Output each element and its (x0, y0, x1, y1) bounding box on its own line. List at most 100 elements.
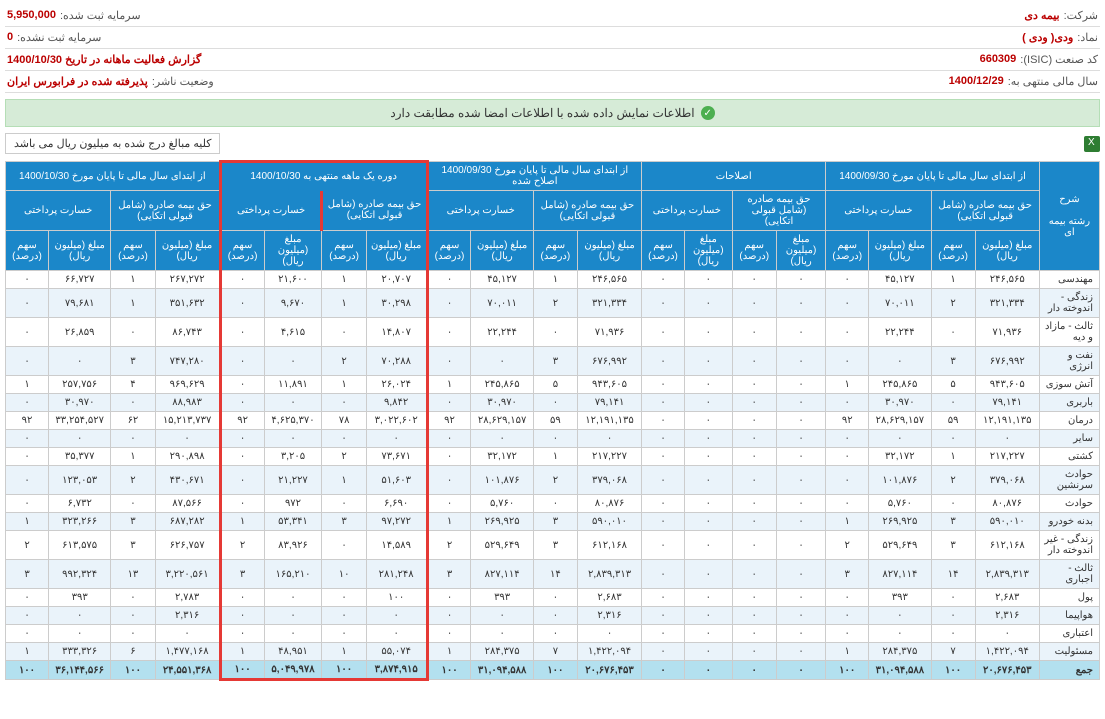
cell: ۱۰۰ (427, 661, 471, 680)
cell: ۲۴۶,۵۶۵ (577, 271, 641, 289)
cell: ۰ (6, 448, 49, 466)
cell: ۴۵,۱۲۷ (471, 271, 533, 289)
cell: ۹۹۲,۳۲۴ (49, 560, 111, 589)
cell: ۰ (684, 347, 732, 376)
col-percent: سهم (درصد) (826, 231, 869, 271)
row-label: مسئولیت (1039, 643, 1099, 661)
cell: ۵۳,۳۴۱ (264, 513, 322, 531)
cell: ۰ (642, 271, 685, 289)
cell: ۰ (427, 607, 471, 625)
excel-export-icon[interactable] (1084, 136, 1100, 152)
cell: ۰ (776, 513, 825, 531)
cell: ۰ (684, 412, 732, 430)
cell: ۰ (642, 607, 685, 625)
cell: ۰ (533, 589, 577, 607)
cell: ۰ (533, 607, 577, 625)
cell: ۰ (684, 466, 732, 495)
cell: ۱ (220, 643, 264, 661)
cell: ۲ (6, 531, 49, 560)
cell: ۲,۸۳۹,۳۱۳ (975, 560, 1039, 589)
cell: ۵۲۹,۶۴۹ (471, 531, 533, 560)
cell: ۱ (931, 448, 975, 466)
row-label: اعتباری (1039, 625, 1099, 643)
cell: ۳ (533, 531, 577, 560)
cell: ۰ (732, 347, 776, 376)
cell: ۱۲۳,۰۵۳ (49, 466, 111, 495)
cell: ۰ (869, 430, 931, 448)
cell: ۳۷۹,۰۶۸ (577, 466, 641, 495)
cell: ۰ (776, 495, 825, 513)
cell: ۲,۳۱۶ (577, 607, 641, 625)
col-amount: مبلغ (میلیون ریال) (684, 231, 732, 271)
cell: ۲۴۵,۸۶۵ (869, 376, 931, 394)
cell: ۰ (155, 625, 220, 643)
cell: ۱,۴۲۲,۰۹۴ (577, 643, 641, 661)
cell: ۰ (220, 318, 264, 347)
cell: ۳۳,۲۵۴,۵۲۷ (49, 412, 111, 430)
table-row: بدنه خودرو۵۹۰,۰۱۰۳۲۶۹,۹۲۵۱۰۰۰۰۵۹۰,۰۱۰۳۲۶… (6, 513, 1100, 531)
col-amount: مبلغ (میلیون ریال) (975, 231, 1039, 271)
cell: ۰ (264, 625, 322, 643)
cell: ۰ (642, 318, 685, 347)
cell: ۳۵۱,۶۳۲ (155, 289, 220, 318)
cell: ۶۷۶,۹۹۲ (577, 347, 641, 376)
cell: ۳ (533, 347, 577, 376)
table-row: نفت و انرژی۶۷۶,۹۹۲۳۰۰۰۰۰۰۶۷۶,۹۹۲۳۰۰۷۰,۲۸… (6, 347, 1100, 376)
cell: ۰ (776, 625, 825, 643)
cell: ۵,۰۴۹,۹۷۸ (264, 661, 322, 680)
cell: ۰ (427, 289, 471, 318)
table-row: باربری۷۹,۱۴۱۰۳۰,۹۷۰۰۰۰۰۰۷۹,۱۴۱۰۳۰,۹۷۰۰۹,… (6, 394, 1100, 412)
cell: ۰ (427, 430, 471, 448)
header-row-4: سال مالی منتهی به:1400/12/29 وضعیت ناشر:… (5, 71, 1100, 93)
cell: ۲۴۵,۸۶۵ (471, 376, 533, 394)
cell: ۰ (732, 661, 776, 680)
cell: ۰ (427, 347, 471, 376)
table-row: زندگی - غیر اندوخته دار۶۱۲,۱۶۸۳۵۲۹,۶۴۹۲۰… (6, 531, 1100, 560)
table-row: مهندسی۲۴۶,۵۶۵۱۴۵,۱۲۷۰۰۰۰۰۲۴۶,۵۶۵۱۴۵,۱۲۷۰… (6, 271, 1100, 289)
group-3: از ابتدای سال مالی تا پایان مورخ 1400/09… (427, 162, 642, 191)
cell: ۰ (826, 271, 869, 289)
cell: ۴۵,۱۲۷ (869, 271, 931, 289)
cell: ۰ (684, 271, 732, 289)
cell: ۱ (427, 376, 471, 394)
col-percent: سهم (درصد) (533, 231, 577, 271)
cell: ۰ (826, 466, 869, 495)
col-percent: سهم (درصد) (931, 231, 975, 271)
cell: ۰ (111, 430, 155, 448)
cell: ۹۲ (826, 412, 869, 430)
cell: ۰ (220, 376, 264, 394)
group-5: از ابتدای سال مالی تا پایان مورخ 1400/10… (6, 162, 221, 191)
table-row: جمع۲۰,۶۷۶,۴۵۳۱۰۰۳۱,۰۹۴,۵۸۸۱۰۰۰۰۰۰۲۰,۶۷۶,… (6, 661, 1100, 680)
row-label: باربری (1039, 394, 1099, 412)
sub-prem-5: حق بیمه صادره (شامل قبولی اتکایی) (111, 191, 220, 231)
cell: ۰ (111, 394, 155, 412)
cell: ۵۹ (533, 412, 577, 430)
cell: ۰ (322, 430, 366, 448)
capital-reg-label: سرمایه ثبت شده: (60, 9, 141, 22)
cell: ۰ (111, 495, 155, 513)
cell: ۸۷,۵۶۶ (155, 495, 220, 513)
row-label: سایر (1039, 430, 1099, 448)
cell: ۳ (111, 347, 155, 376)
cell: ۲۱۷,۲۲۷ (975, 448, 1039, 466)
cell: ۱۴,۵۸۹ (366, 531, 427, 560)
cell: ۰ (869, 625, 931, 643)
cell: ۲ (427, 531, 471, 560)
cell: ۳۰,۹۷۰ (869, 394, 931, 412)
sub-loss-5: خسارت پرداختی (6, 191, 111, 231)
table-row: هواپیما۲,۳۱۶۰۰۰۰۰۰۰۲,۳۱۶۰۰۰۰۰۰۰۲,۳۱۶۰۰۰ (6, 607, 1100, 625)
cell: ۳۳۳,۳۲۶ (49, 643, 111, 661)
cell: ۴,۶۱۵ (264, 318, 322, 347)
cell: ۱ (6, 513, 49, 531)
symbol-label: نماد: (1077, 31, 1098, 44)
cell: ۰ (49, 347, 111, 376)
cell: ۰ (220, 607, 264, 625)
cell: ۱۰۰ (931, 661, 975, 680)
cell: ۵۹ (931, 412, 975, 430)
cell: ۰ (6, 347, 49, 376)
cell: ۰ (776, 347, 825, 376)
cell: ۰ (49, 607, 111, 625)
cell: ۳۲,۱۷۲ (869, 448, 931, 466)
cell: ۰ (642, 625, 685, 643)
cell: ۷۹,۶۸۱ (49, 289, 111, 318)
